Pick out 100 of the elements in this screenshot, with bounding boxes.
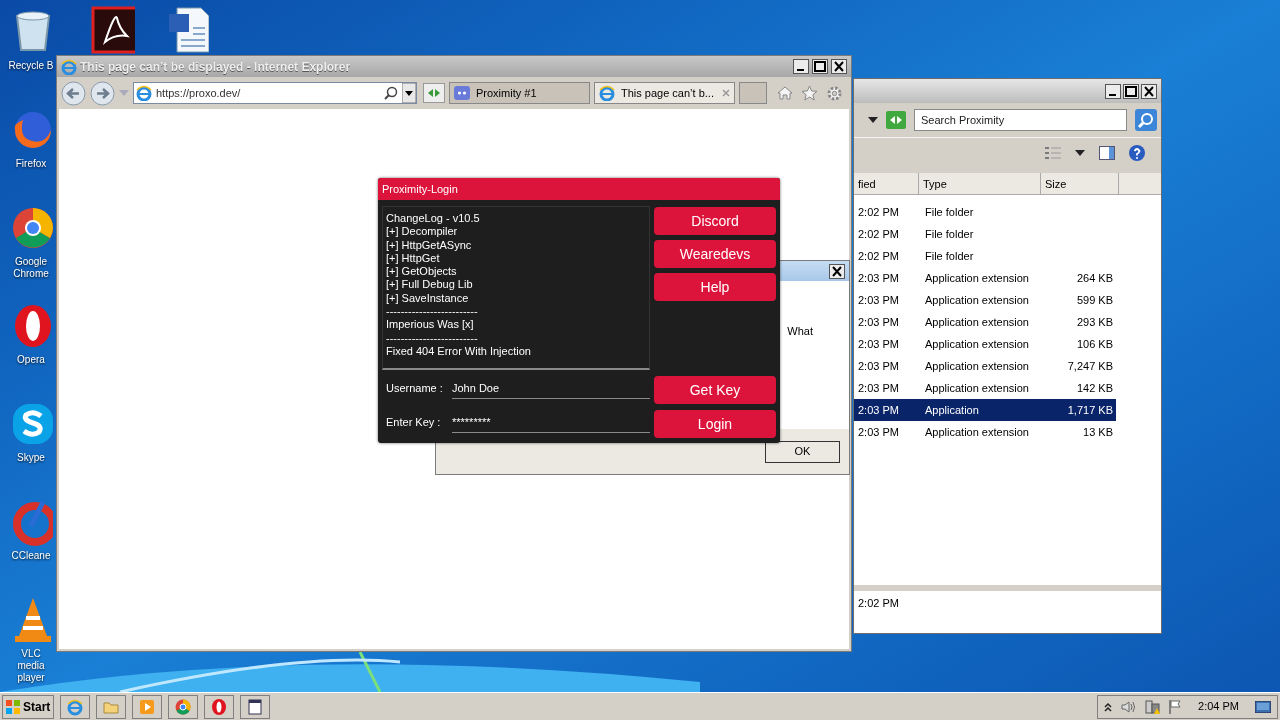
chrome-circle-icon[interactable] [174, 697, 192, 716]
ring-o-icon[interactable] [210, 697, 228, 716]
network-warning-icon[interactable] [1144, 698, 1161, 715]
file-row[interactable]: 2:02 PM File folder [854, 201, 1116, 223]
file-row[interactable]: 2:02 PM File folder [854, 245, 1116, 267]
action-button[interactable]: Get Key [654, 376, 776, 404]
file-type: Application extension [924, 424, 1030, 440]
file-type: Application extension [924, 336, 1030, 352]
desktop-icon-label[interactable]: Skype [17, 452, 45, 464]
file-row[interactable]: 2:03 PM Application extension 293 KB [854, 311, 1116, 333]
view-list-icon[interactable] [1045, 145, 1061, 160]
dropdown-arrow-icon[interactable] [868, 117, 878, 123]
home-icon[interactable] [777, 85, 793, 101]
settings-icon[interactable] [826, 84, 843, 102]
file-size: 599 KB [1075, 292, 1113, 308]
column-header[interactable]: fied [854, 173, 919, 194]
changelog-line: [+] GetObjects [386, 265, 458, 279]
refresh-icon[interactable] [423, 83, 445, 103]
details-text: 2:02 PM [858, 596, 900, 611]
browser-tab[interactable]: This page can’t b... [594, 82, 735, 104]
search-field[interactable]: Search Proximity [914, 109, 1127, 131]
changelog-line: [+] HttpGetASync [386, 238, 473, 252]
modified-time: 2:03 PM [857, 380, 900, 396]
file-row[interactable]: 2:03 PM Application 1,717 KB [854, 399, 1116, 421]
ie-logo-icon [61, 58, 77, 75]
file-type: Application extension [924, 270, 1030, 286]
flag-icon[interactable] [1168, 698, 1183, 715]
maximize-button[interactable] [1123, 83, 1139, 99]
file-type: File folder [924, 226, 975, 242]
file-row[interactable]: 2:03 PM Application extension 142 KB [854, 377, 1116, 399]
speaker-icon[interactable] [1120, 699, 1137, 714]
file-row[interactable]: 2:03 PM Application extension 13 KB [854, 421, 1116, 443]
link-button[interactable]: Discord [654, 207, 776, 235]
desktop-icon-label[interactable]: Recycle B [8, 60, 54, 72]
key-field[interactable]: ********* [452, 411, 650, 433]
file-type: File folder [924, 204, 975, 220]
browser-tab[interactable]: Proximity #1 [449, 82, 590, 104]
clock-text[interactable]: 2:04 PM [1190, 698, 1247, 715]
show-desktop-icon[interactable] [1255, 700, 1271, 713]
help-icon[interactable] [1129, 144, 1145, 161]
file-type: Application [924, 402, 980, 418]
changelog-line: [+] Full Debug Lib [386, 278, 474, 292]
modified-time: 2:03 PM [857, 424, 900, 440]
dropdown-arrow-icon[interactable] [402, 83, 416, 103]
message-text: What [787, 324, 813, 339]
window-title: Proximity-Login [382, 181, 458, 197]
file-row[interactable]: 2:03 PM Application extension 106 KB [854, 333, 1116, 355]
file-type: Application extension [924, 292, 1030, 308]
changelog-line: ------------------------- [386, 305, 479, 319]
file-size: 293 KB [1075, 314, 1113, 330]
refresh-icon[interactable] [886, 111, 906, 129]
close-button[interactable] [829, 263, 845, 279]
file-type: Application extension [924, 358, 1030, 374]
changelog-line: Imperious Was [x] [386, 318, 475, 332]
modified-time: 2:03 PM [857, 358, 900, 374]
file-row[interactable]: 2:03 PM Application extension 7,247 KB [854, 355, 1116, 377]
link-button[interactable]: Help [654, 273, 776, 301]
modified-time: 2:03 PM [857, 402, 900, 418]
star-icon[interactable] [801, 85, 818, 101]
file-row[interactable]: 2:03 PM Application extension 264 KB [854, 267, 1116, 289]
changelog-line: ChangeLog - v10.5 [386, 212, 481, 226]
modified-time: 2:02 PM [857, 248, 900, 264]
file-size: 7,247 KB [1066, 358, 1113, 374]
modified-time: 2:03 PM [857, 336, 900, 352]
modified-time: 2:02 PM [857, 204, 900, 220]
file-row[interactable]: 2:03 PM Application extension 599 KB [854, 289, 1116, 311]
windows-logo-icon [5, 698, 21, 715]
ie-logo-icon [599, 85, 615, 101]
url-input[interactable]: https://proxo.dev/ [156, 84, 380, 102]
minimize-button[interactable] [793, 59, 809, 74]
column-header[interactable]: Size [1041, 173, 1119, 194]
close-button[interactable] [831, 59, 847, 74]
username-field[interactable]: John Doe [452, 377, 650, 399]
app-window-icon[interactable] [246, 697, 264, 716]
column-header[interactable]: Type [919, 173, 1041, 194]
link-button[interactable]: Wearedevs [654, 240, 776, 268]
chevron-up-icon[interactable] [1104, 701, 1113, 712]
desktop-icon-label[interactable]: VLC media player [7, 648, 55, 684]
search-icon[interactable] [384, 86, 398, 100]
preview-pane-icon[interactable] [1099, 145, 1115, 160]
document-app-icon[interactable] [91, 6, 135, 54]
start-button[interactable]: Start [2, 694, 54, 719]
ok-button[interactable]: OK [765, 440, 840, 463]
changelog-line: Fixed 404 Error With Injection [386, 344, 532, 359]
window-title: This page can’t be displayed - Internet Explorer [80, 58, 352, 76]
close-button[interactable] [1141, 83, 1157, 99]
minimize-button[interactable] [1105, 83, 1121, 99]
modified-time: 2:03 PM [857, 270, 900, 286]
dropdown-arrow-icon[interactable] [1075, 149, 1085, 156]
modified-time: 2:02 PM [857, 226, 900, 242]
address-field[interactable]: https://proxo.dev/ [133, 82, 417, 104]
desktop-icon-label[interactable]: Firefox [15, 158, 47, 170]
action-button[interactable]: Login [654, 410, 776, 438]
desktop-icon-label[interactable]: Opera [17, 354, 45, 366]
changelog-line: ------------------------- [386, 331, 479, 345]
file-row[interactable]: 2:02 PM File folder [854, 223, 1116, 245]
desktop-icon-label[interactable]: CCleane [11, 550, 51, 562]
maximize-button[interactable] [812, 59, 828, 74]
desktop-icon-label[interactable]: Google Chrome [7, 256, 55, 280]
changelog-line: [+] SaveInstance [386, 291, 470, 306]
